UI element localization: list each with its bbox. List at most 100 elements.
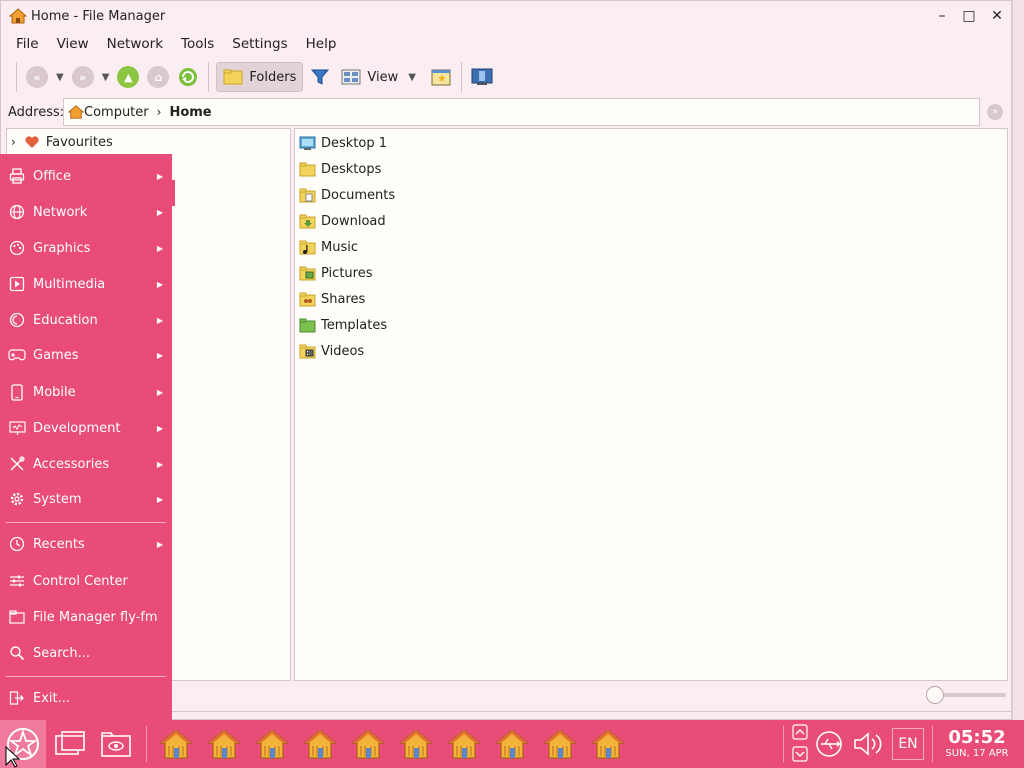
menu-item-label: Exit... [33, 690, 71, 706]
tray-up-arrow-icon[interactable] [792, 724, 808, 742]
education-icon [8, 311, 26, 329]
zoom-slider-handle[interactable] [926, 686, 944, 704]
tools-icon [8, 455, 26, 473]
usb-icon[interactable] [815, 730, 843, 762]
menu-item-system[interactable]: System ▶ [0, 483, 172, 515]
menu-item-label: Office [33, 168, 71, 184]
tree-item-favourites[interactable]: › Favourites [11, 132, 113, 152]
go-icon[interactable]: » [987, 104, 1003, 120]
title-bar[interactable]: Home - File Manager – □ ✕ [1, 1, 1011, 31]
menu-item-games[interactable]: Games ▶ [0, 339, 172, 371]
close-button[interactable]: ✕ [986, 5, 1008, 27]
breadcrumb-computer[interactable]: Computer [84, 105, 149, 120]
refresh-icon [179, 68, 198, 86]
up-arrow-icon: ▲ [117, 66, 140, 88]
breadcrumb-home[interactable]: Home [169, 105, 211, 120]
folder-icon [223, 69, 243, 85]
up-button[interactable]: ▲ [115, 62, 141, 92]
refresh-button[interactable] [175, 62, 201, 92]
toolbar-separator [460, 62, 462, 92]
menu-item-file-manager[interactable]: File Manager fly-fm [0, 601, 172, 633]
menu-item-recents[interactable]: Recents ▶ [0, 528, 172, 560]
clock-time[interactable]: 05:52 [940, 727, 1014, 748]
home-button[interactable]: ⌂ [145, 62, 171, 92]
menu-tools[interactable]: Tools [172, 36, 223, 52]
list-item[interactable]: Pictures [299, 262, 372, 284]
house-launcher-icon[interactable] [350, 726, 386, 762]
show-desktop-button[interactable] [52, 726, 88, 762]
download-folder-icon [299, 214, 316, 228]
clock-date[interactable]: SUN, 17 APR [940, 748, 1014, 759]
maximize-button[interactable]: □ [958, 5, 980, 27]
house-launcher-icon[interactable] [398, 726, 434, 762]
menu-item-control-center[interactable]: Control Center [0, 565, 172, 597]
phone-icon [8, 383, 26, 401]
play-icon [8, 275, 26, 293]
menu-item-exit[interactable]: Exit... [0, 682, 172, 714]
menu-settings[interactable]: Settings [223, 36, 296, 52]
list-item[interactable]: Download [299, 210, 386, 232]
tree-item-label: Favourites [45, 134, 113, 150]
list-item[interactable]: Desktop 1 [299, 132, 387, 154]
house-launcher-icon[interactable] [446, 726, 482, 762]
minimize-button[interactable]: – [931, 5, 953, 27]
view-mode-icon [341, 69, 361, 85]
mouse-cursor-icon [5, 746, 21, 768]
house-launcher-icon[interactable] [206, 726, 242, 762]
new-window-icon [431, 69, 451, 86]
filter-button[interactable] [307, 62, 333, 92]
back-button[interactable]: « [24, 62, 50, 92]
list-item[interactable]: Music [299, 236, 358, 258]
house-launcher-icon[interactable] [254, 726, 290, 762]
volume-icon[interactable] [852, 730, 884, 762]
start-menu-scroll-indicator [172, 180, 175, 206]
house-launcher-icon[interactable] [590, 726, 626, 762]
list-item[interactable]: Templates [299, 314, 387, 336]
menu-item-label: Recents [33, 536, 85, 552]
terminal-button[interactable] [469, 62, 495, 92]
menu-item-multimedia[interactable]: Multimedia ▶ [0, 268, 172, 300]
house-launcher-icon[interactable] [542, 726, 578, 762]
list-item[interactable]: Videos [299, 340, 364, 362]
list-item[interactable]: Shares [299, 288, 365, 310]
menu-item-search[interactable]: Search... [0, 637, 172, 669]
expand-chevron-icon[interactable]: › [11, 135, 16, 149]
menu-file[interactable]: File [7, 36, 48, 52]
file-name: Music [321, 239, 358, 255]
forward-history-chevron-icon[interactable]: ▼ [102, 72, 110, 83]
menu-item-accessories[interactable]: Accessories ▶ [0, 448, 172, 480]
menu-item-label: Development [33, 420, 121, 436]
file-list[interactable]: Desktop 1 Desktops Documents Download Mu… [294, 128, 1008, 681]
keyboard-layout-indicator[interactable]: EN [892, 728, 924, 760]
gear-icon [8, 490, 26, 508]
forward-icon: » [71, 66, 94, 88]
documents-folder-icon [299, 188, 316, 202]
menu-item-mobile[interactable]: Mobile ▶ [0, 376, 172, 408]
menu-item-graphics[interactable]: Graphics ▶ [0, 232, 172, 264]
list-item[interactable]: Documents [299, 184, 395, 206]
house-launcher-icon[interactable] [158, 726, 194, 762]
house-launcher-icon[interactable] [494, 726, 530, 762]
menu-item-development[interactable]: Development ▶ [0, 412, 172, 444]
folders-button[interactable]: Folders [216, 62, 304, 92]
menu-item-label: File Manager fly-fm [33, 609, 158, 625]
back-history-chevron-icon[interactable]: ▼ [56, 72, 64, 83]
tray-down-arrow-icon[interactable] [792, 746, 808, 764]
menu-item-office[interactable]: Office ▶ [0, 160, 172, 192]
file-name: Documents [321, 187, 396, 203]
menu-item-network[interactable]: Network ▶ [0, 196, 172, 228]
menu-item-education[interactable]: Education ▶ [0, 304, 172, 336]
clock-icon [8, 535, 26, 553]
submenu-arrow-icon: ▶ [156, 207, 163, 217]
new-tab-button[interactable] [428, 62, 454, 92]
address-field[interactable]: Computer › Home [63, 98, 980, 126]
file-manager-launcher[interactable] [98, 726, 134, 762]
list-item[interactable]: Desktops [299, 158, 381, 180]
menu-help[interactable]: Help [297, 36, 346, 52]
house-launcher-icon[interactable] [302, 726, 338, 762]
view-button[interactable]: View ▼ [337, 62, 424, 92]
forward-button[interactable]: » [70, 62, 96, 92]
menu-item-label: System [33, 491, 82, 507]
menu-view[interactable]: View [48, 36, 98, 52]
menu-network[interactable]: Network [98, 36, 172, 52]
